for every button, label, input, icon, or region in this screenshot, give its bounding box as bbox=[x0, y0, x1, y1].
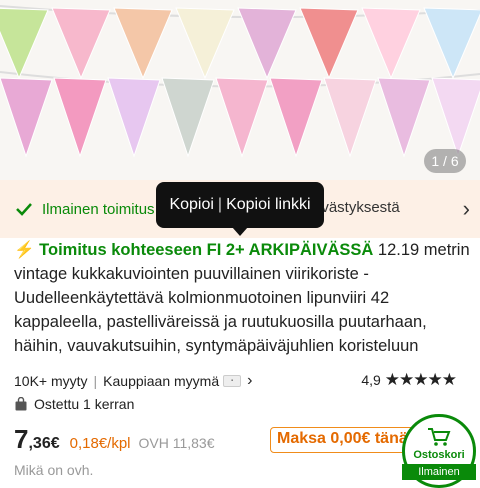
free-shipping-text: Ilmainen toimitus bbox=[42, 200, 155, 218]
sold-count: 10K+ myyty bbox=[14, 373, 88, 389]
delivery-info: Toimitus kohteeseen FI 2+ ARKIPÄIVÄSSÄ bbox=[39, 241, 374, 259]
price-cents: ,36€ bbox=[28, 435, 60, 452]
cart-button[interactable]: Ostoskori Ilmainen bbox=[402, 414, 476, 488]
cart-label: Ostoskori bbox=[413, 449, 465, 461]
rating-value: 4,9 bbox=[361, 372, 381, 388]
old-price: OVH 11,83€ bbox=[138, 435, 215, 451]
image-counter: 1 / 6 bbox=[424, 149, 466, 173]
product-title: ⚡ Toimitus kohteeseen FI 2+ ARKIPÄIVÄSSÄ… bbox=[14, 238, 470, 358]
pay-later-badge[interactable]: Maksa 0,00€ tänää bbox=[270, 427, 424, 453]
copy-link-option[interactable]: Kopioi linkki bbox=[226, 196, 310, 214]
rating[interactable]: 4,9 ★★★★★ bbox=[361, 370, 457, 390]
unit-price: 0,18€/kpl bbox=[69, 435, 131, 452]
purchase-history: Ostettu 1 kerran bbox=[14, 396, 134, 412]
seller-badge-icon: ▪ bbox=[223, 375, 242, 387]
copy-tooltip: Kopioi | Kopioi linkki bbox=[156, 182, 324, 236]
chevron-right-icon[interactable]: › bbox=[247, 372, 252, 390]
product-stats: 10K+ myyty | Kauppiaan myymä ▪ › 4,9 ★★★… bbox=[14, 370, 470, 392]
tooltip-separator: | bbox=[217, 196, 223, 213]
shopping-bag-icon bbox=[15, 397, 27, 411]
bunting-image bbox=[0, 0, 480, 180]
cart-icon bbox=[428, 428, 451, 446]
chevron-right-icon: › bbox=[462, 196, 470, 221]
seller-link[interactable]: Kauppiaan myymä bbox=[103, 373, 219, 389]
price-main: 7 bbox=[14, 424, 29, 454]
product-image-gallery[interactable]: 1 / 6 bbox=[0, 0, 480, 180]
ovh-question[interactable]: Mikä on ovh. bbox=[14, 462, 93, 478]
cart-subtext: Ilmainen bbox=[402, 464, 476, 480]
divider: | bbox=[93, 373, 98, 389]
bought-text: Ostettu 1 kerran bbox=[34, 396, 135, 412]
bolt-icon: ⚡ bbox=[14, 241, 35, 259]
star-icons: ★★★★★ bbox=[384, 370, 457, 389]
shipping-tail-text: ivästyksestä bbox=[318, 199, 400, 216]
check-icon bbox=[16, 203, 32, 216]
copy-option[interactable]: Kopioi bbox=[169, 196, 213, 214]
